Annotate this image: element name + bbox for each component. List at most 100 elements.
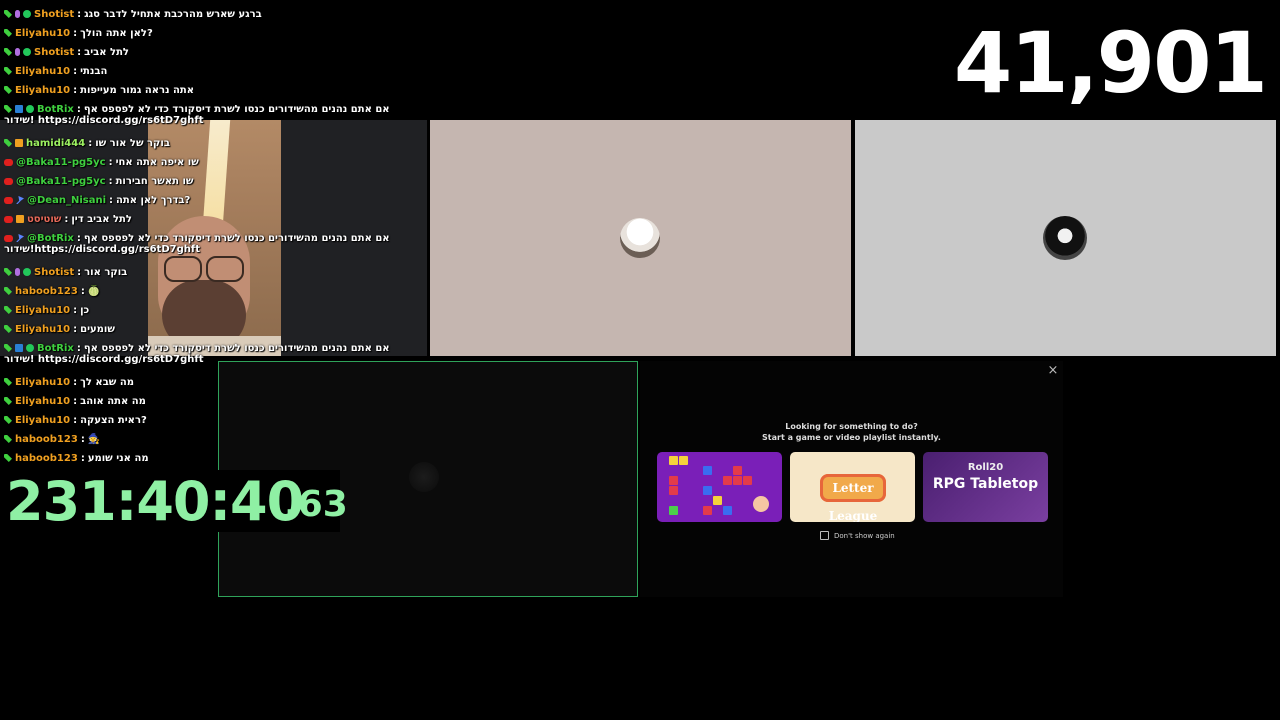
rpg-tabletop-card[interactable]: Roll20 RPG Tabletop	[923, 452, 1048, 522]
user-avatar-tile[interactable]	[855, 120, 1276, 356]
chat-separator: :	[77, 8, 82, 20]
verified-icon	[26, 105, 34, 113]
dont-show-label: Don't show again	[834, 531, 895, 540]
chat-message: @Baka11-pg5yc: שו איפה אתה אחי	[4, 153, 199, 171]
chat-username[interactable]: BotRix	[37, 343, 74, 354]
youtube-icon	[4, 215, 13, 223]
chat-message: @Baka11-pg5yc: שו תאשר חבירות	[4, 172, 193, 190]
chat-separator: :	[76, 342, 81, 354]
chat-message: Eliyahu10: שומעים	[4, 320, 115, 338]
chat-text-continuation: שידור! https://discord.gg/rs6tD7ghft	[4, 115, 204, 126]
chat-message: @Dean_Nisani: בדרך לאן אתה?	[4, 191, 190, 209]
chat-separator: :	[73, 414, 78, 426]
chat-separator: :	[108, 156, 113, 168]
mic-icon	[15, 48, 20, 56]
chat-username[interactable]: @Dean_Nisani	[27, 195, 106, 206]
crown-icon	[15, 139, 23, 147]
chat-username[interactable]: haboob123	[15, 453, 78, 464]
chat-username[interactable]: BotRix	[37, 104, 74, 115]
chat-username[interactable]: Eliyahu10	[15, 28, 70, 39]
roll20-logo: Roll20	[967, 462, 1004, 473]
chat-message: Eliyahu10: ראית הצעקה?	[4, 411, 147, 429]
user-avatar	[1043, 216, 1087, 260]
rpg-title: RPG Tabletop	[932, 476, 1039, 492]
chat-text-continuation: שידור! https://discord.gg/rs6tD7ghft	[4, 354, 204, 365]
dont-show-checkbox[interactable]	[820, 531, 829, 540]
chat-separator: :	[73, 304, 78, 316]
chat-text: לתל אביב	[84, 46, 129, 58]
sword-icon	[4, 416, 12, 424]
chat-username[interactable]: Shotist	[34, 9, 74, 20]
bot-icon	[15, 344, 23, 352]
chat-text: ברגע שארש מהרכבת אתחיל לדבר סגג	[84, 8, 262, 20]
chat-text: 🍈	[87, 285, 101, 297]
tetris-card[interactable]	[657, 452, 782, 522]
chat-username[interactable]: @Baka11-pg5yc	[16, 157, 106, 168]
chat-text: שו איפה אתה אחי	[115, 156, 199, 168]
chat-text: בוקר של אור שו	[95, 137, 170, 149]
cat-avatar-tile[interactable]	[430, 120, 851, 356]
timer-ms: .63	[284, 484, 348, 525]
sword-icon	[4, 287, 12, 295]
chat-separator: :	[77, 266, 82, 278]
activity-panel: × Looking for something to do? Start a g…	[640, 361, 1063, 597]
chat-username[interactable]: Eliyahu10	[15, 66, 70, 77]
viewer-counter: 41,901	[953, 14, 1268, 112]
panel-subheading: Start a game or video playlist instantly…	[762, 433, 941, 442]
chat-separator: :	[73, 376, 78, 388]
chat-username[interactable]: Shotist	[34, 267, 74, 278]
sword-icon	[4, 378, 12, 386]
chat-separator: :	[73, 65, 78, 77]
chat-username[interactable]: Eliyahu10	[15, 415, 70, 426]
hand-icon	[753, 496, 769, 512]
chat-text: בוקר אור	[84, 266, 128, 278]
chat-separator: :	[77, 46, 82, 58]
chat-username[interactable]: Shotist	[34, 47, 74, 58]
chat-username[interactable]: haboob123	[15, 286, 78, 297]
dark-avatar	[409, 462, 439, 492]
chat-username[interactable]: שוטיסט	[27, 214, 61, 225]
chat-username[interactable]: Eliyahu10	[15, 377, 70, 388]
chat-message: haboob123: 🧙	[4, 430, 100, 448]
sword-icon	[4, 306, 12, 314]
chat-text: אם אתם נהנים מהשידורים כנסו לשרת דיסקורד…	[83, 232, 390, 244]
chat-text: מה אתה אוהב	[80, 395, 146, 407]
chat-username[interactable]: Eliyahu10	[15, 396, 70, 407]
chat-username[interactable]: @Baka11-pg5yc	[16, 176, 106, 187]
chat-username[interactable]: @BotRix	[27, 233, 74, 244]
chat-username[interactable]: haboob123	[15, 434, 78, 445]
chat-text: מה אני שומע	[87, 452, 149, 464]
chat-separator: :	[73, 395, 78, 407]
close-icon[interactable]: ×	[1045, 363, 1061, 379]
chat-separator: :	[80, 452, 85, 464]
sword-icon	[4, 397, 12, 405]
tetris-block	[703, 466, 712, 475]
chat-message: שוטיסט: לתל אביב דין	[4, 210, 132, 228]
dont-show-again-row[interactable]: Don't show again	[820, 531, 895, 540]
sword-icon	[4, 67, 12, 75]
chat-text: ראית הצעקה?	[80, 414, 147, 426]
chat-text: שו תאשר חבירות	[115, 175, 194, 187]
tetris-block	[723, 476, 732, 485]
chat-username[interactable]: Eliyahu10	[15, 324, 70, 335]
tetris-block	[733, 466, 742, 475]
chat-text: 🧙	[87, 433, 101, 445]
chat-text-continuation: שידור!https://discord.gg/rs6tD7ghft	[4, 244, 200, 255]
sword-icon	[4, 435, 12, 443]
chat-username[interactable]: Eliyahu10	[15, 85, 70, 96]
sword-icon	[4, 325, 12, 333]
chat-username[interactable]: hamidi444	[26, 138, 85, 149]
sword-icon	[4, 454, 12, 462]
chat-message: Eliyahu10: כן	[4, 301, 89, 319]
chat-separator: :	[73, 84, 78, 96]
sword-icon	[4, 10, 12, 18]
verified-icon	[23, 10, 31, 18]
verified-icon	[23, 48, 31, 56]
sword-icon	[4, 105, 12, 113]
chat-username[interactable]: Eliyahu10	[15, 305, 70, 316]
sword-icon	[4, 268, 12, 276]
letter-league-card[interactable]: Letter League	[790, 452, 915, 522]
sword-icon	[4, 48, 12, 56]
chat-message: Eliyahu10: הבנתי	[4, 62, 107, 80]
chat-message: Shotist: לתל אביב	[4, 43, 129, 61]
